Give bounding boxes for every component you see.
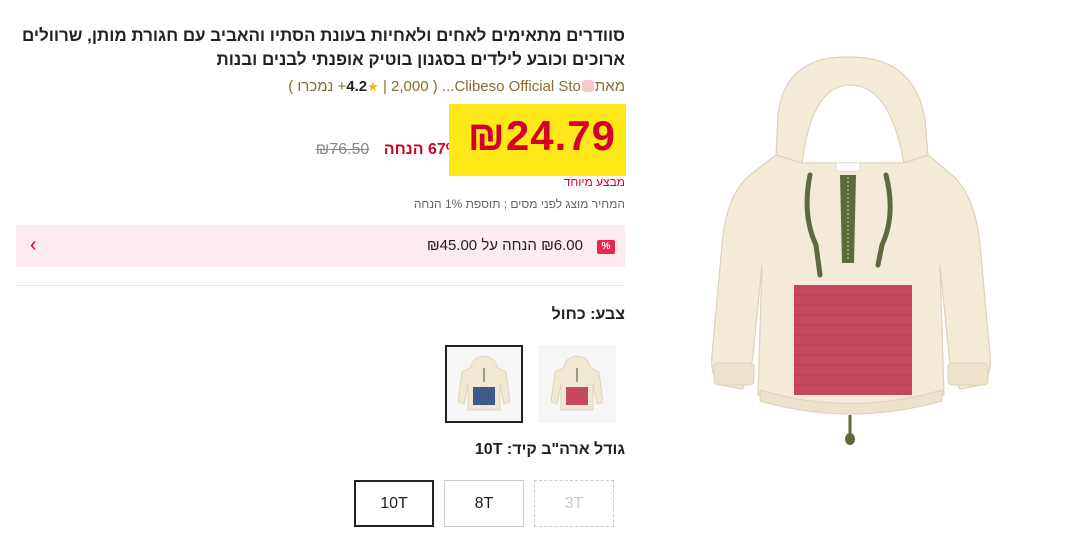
special-offer-label: מבצע מיוחד xyxy=(563,175,625,189)
product-main-image[interactable] xyxy=(690,45,1030,465)
current-price-box: ₪24.79 xyxy=(449,104,626,176)
current-price: ₪24.79 xyxy=(467,112,616,159)
star-icon: ★ xyxy=(367,79,379,94)
size-option-10t[interactable]: 10T xyxy=(354,480,434,527)
hoodie-thumbnail-blue xyxy=(458,355,510,411)
chevron-icon[interactable]: › xyxy=(30,234,37,257)
store-rating-line: מאתClibeso Official Sto... ( 4.2★ | 2,00… xyxy=(288,78,625,95)
original-price: ₪76.50 xyxy=(315,141,370,158)
close-paren: ) xyxy=(288,78,294,95)
coupon-bar[interactable]: % ₪6.00 הנחה על ₪45.00 › xyxy=(16,225,625,267)
color-label: צבע: כחול xyxy=(551,306,625,323)
size-option-8t[interactable]: 8T xyxy=(444,480,524,527)
sold-label: נמכרו xyxy=(297,78,334,95)
store-icon xyxy=(581,80,594,92)
divider xyxy=(16,285,625,286)
tax-note: המחיר מוצג לפני מסים ; תוספת 1% הנחה xyxy=(413,197,625,211)
color-swatch-blue[interactable] xyxy=(445,345,523,423)
color-swatch-red[interactable] xyxy=(538,345,616,423)
separator: | xyxy=(382,78,387,95)
by-label: מאת xyxy=(594,78,625,95)
rating-value: 4.2 xyxy=(346,78,368,95)
open-paren: ( xyxy=(432,78,438,95)
hoodie-thumbnail-red xyxy=(551,355,603,411)
size-label: גודל ארה"ב קיד: 10T xyxy=(474,441,625,458)
discount-line: 67% הנחה ₪76.50 xyxy=(316,141,460,159)
size-option-3t[interactable]: 3T xyxy=(534,480,614,527)
product-title: סוודרים מתאימים לאחים ולאחיות בעונת הסתי… xyxy=(21,26,625,69)
store-name-link[interactable]: Clibeso Official Sto... xyxy=(442,78,581,95)
coupon-text: ₪6.00 הנחה על ₪45.00 xyxy=(426,237,583,254)
coupon-percent-icon: % xyxy=(597,240,615,254)
